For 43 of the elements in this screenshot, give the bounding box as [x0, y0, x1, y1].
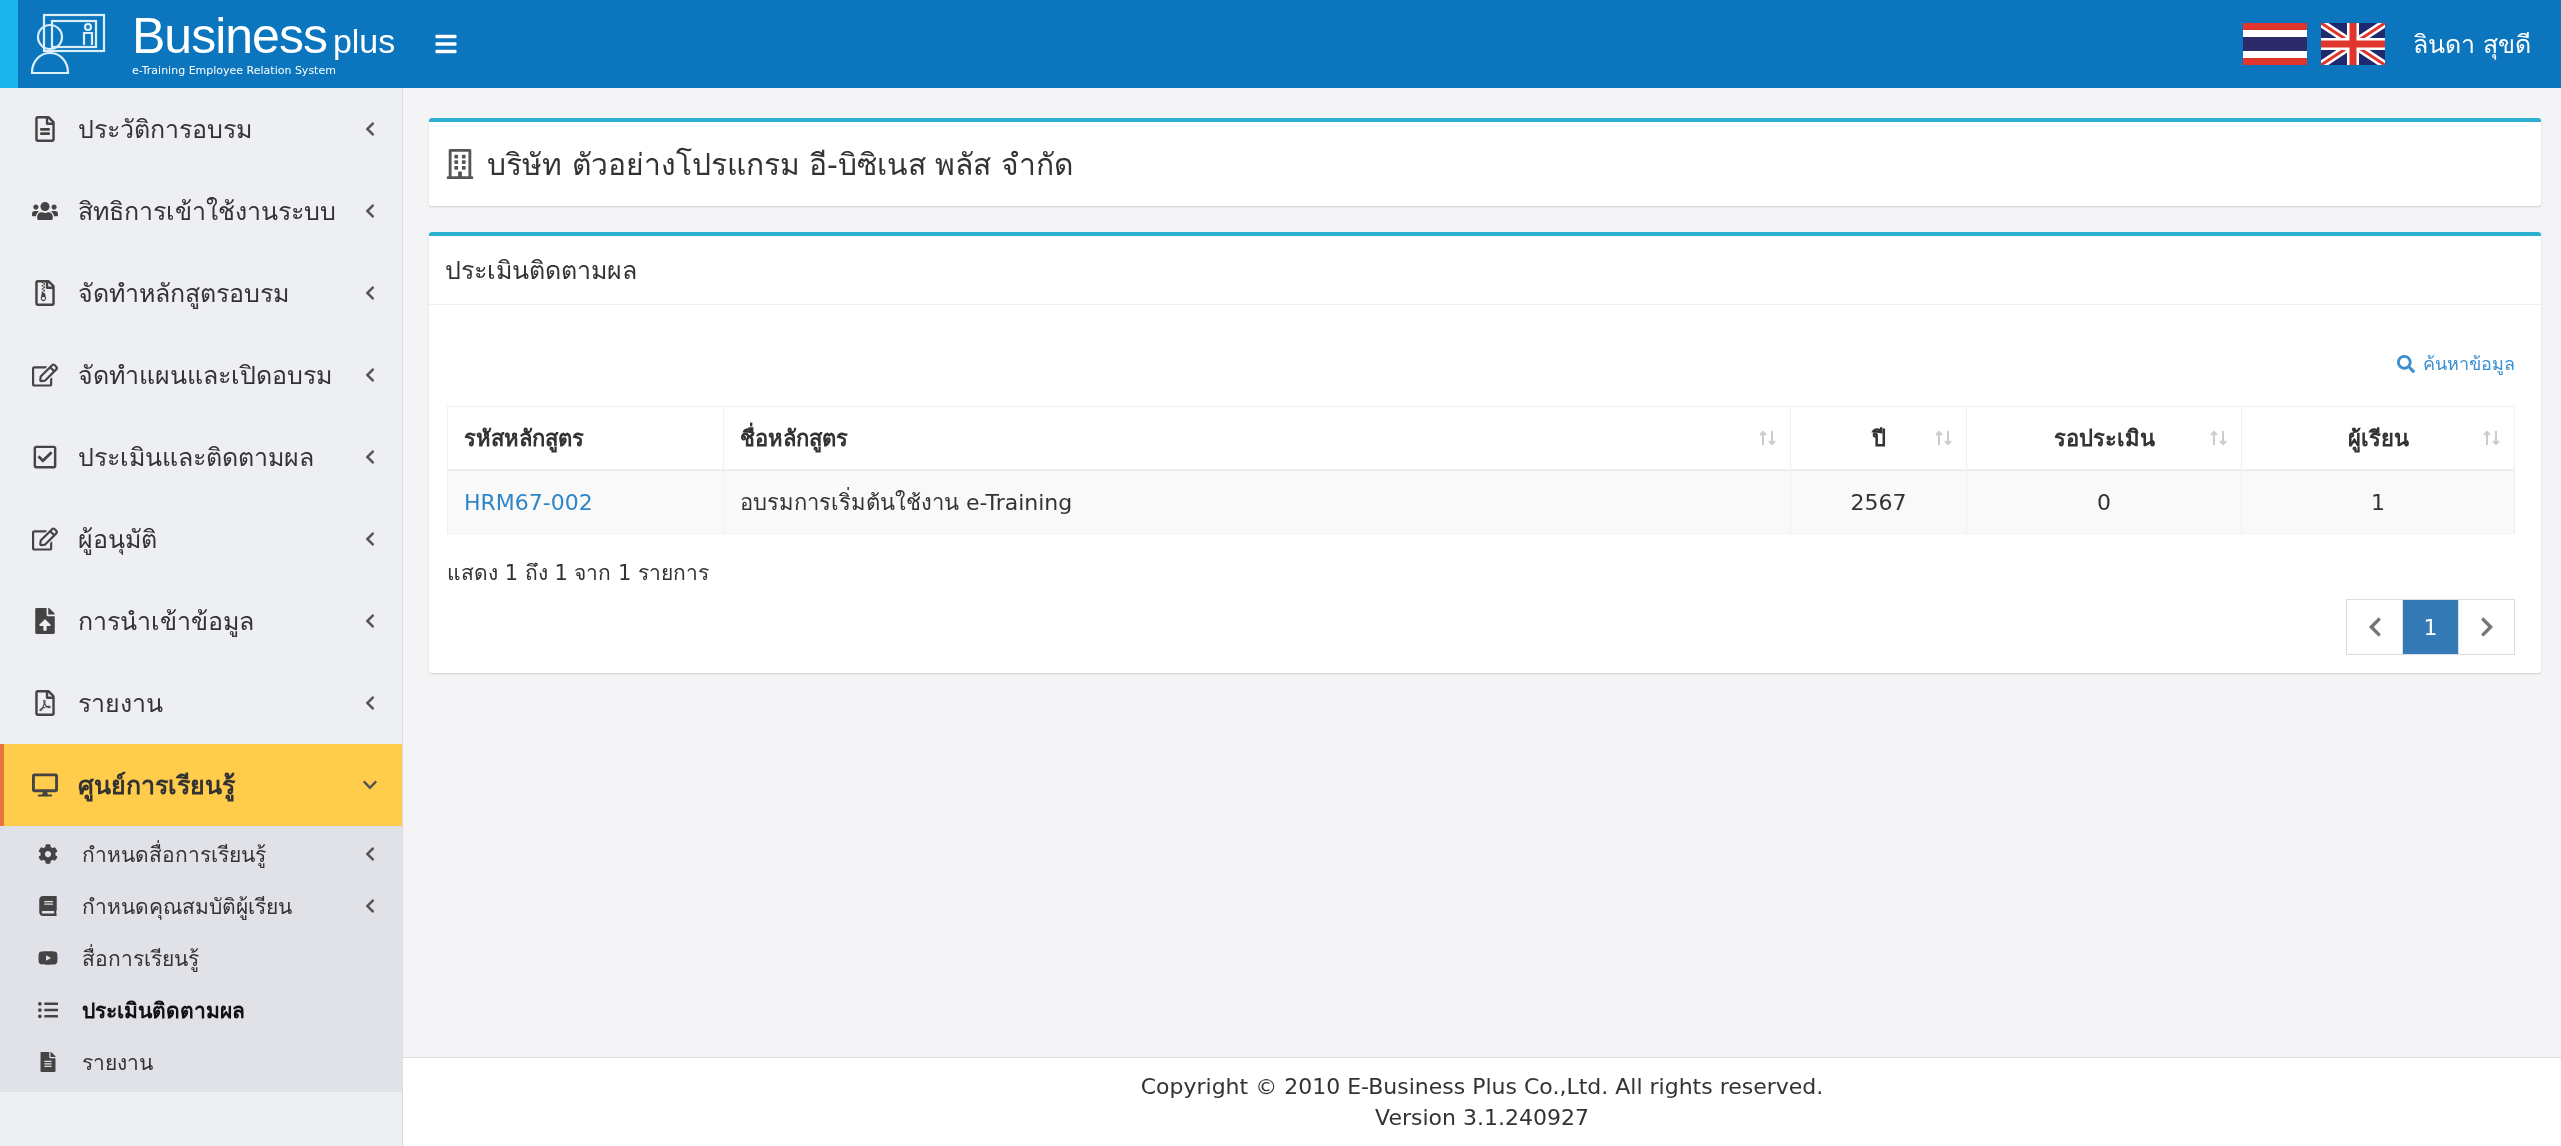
sidebar-item[interactable]: ศูนย์การเรียนรู้ [0, 744, 402, 826]
search-icon [2397, 354, 2415, 373]
submenu-item[interactable]: สื่อการเรียนรู้ [0, 932, 402, 984]
brand-tagline: e-Training Employee Relation System [132, 64, 337, 77]
play-icon [36, 948, 60, 968]
brand-name: Business [132, 11, 327, 61]
list-icon [36, 1000, 60, 1020]
edit-icon [30, 526, 60, 552]
course-code-link[interactable]: HRM67-002 [464, 489, 593, 515]
edit-icon [30, 362, 60, 388]
sidebar-item[interactable]: ประเมินและติดตามผล [0, 416, 402, 498]
table-cell: อบรมการเริ่มต้นใช้งาน e-Training [723, 470, 1791, 534]
building-icon [445, 149, 475, 179]
table-info: แสดง 1 ถึง 1 จาก 1 รายการ [447, 560, 711, 587]
version-text: Version 3.1.240927 [1375, 1105, 1589, 1130]
search-link[interactable]: ค้นหาข้อมูล [2397, 349, 2515, 378]
gear-icon [36, 844, 60, 864]
sidebar-item[interactable]: ประวัติการอบรม [0, 88, 402, 170]
company-name: บริษัท ตัวอย่างโปรแกรม อี-บิซิเนส พลัส จำกัด [487, 145, 1073, 184]
submenu-item[interactable]: กำหนดคุณสมบัติผู้เรียน [0, 880, 402, 932]
table-cell: 0 [1966, 470, 2242, 534]
uk-flag-icon[interactable] [2321, 23, 2386, 65]
next-page-button[interactable] [2458, 599, 2515, 655]
sidebar-item[interactable]: จัดทำหลักสูตรอบรม [0, 252, 402, 334]
thai-flag-icon[interactable] [2243, 23, 2308, 65]
copyright-text: Copyright © 2010 E-Business Plus Co.,Ltd. All rights reserved. [1140, 1074, 1824, 1099]
submenu-item[interactable]: รายงาน [0, 1036, 402, 1088]
panel-title: ประเมินติดตามผล [445, 255, 637, 287]
sidebar-item[interactable]: การนำเข้าข้อมูล [0, 580, 402, 662]
brand-suffix: plus [332, 24, 396, 58]
submenu-item[interactable]: กำหนดสื่อการเรียนรู้ [0, 828, 402, 880]
previous-page-button[interactable] [2346, 599, 2403, 655]
submenu-item[interactable]: ประเมินติดตามผล [0, 984, 402, 1036]
sidebar-item[interactable]: จัดทำแผนและเปิดอบรม [0, 334, 402, 416]
table-cell: 1 [2241, 470, 2515, 534]
sidebar-item[interactable]: ผู้อนุมัติ [0, 498, 402, 580]
book-icon [36, 896, 60, 916]
table-cell: 2567 [1790, 470, 1967, 534]
monitor-icon [30, 772, 60, 798]
sidebar-item[interactable]: รายงาน [0, 662, 402, 744]
sidebar-item[interactable]: สิทธิการเข้าใช้งานระบบ [0, 170, 402, 252]
user-name[interactable]: ลินดา สุขดี [2413, 24, 2531, 64]
page-button[interactable]: 1 [2402, 599, 2459, 655]
